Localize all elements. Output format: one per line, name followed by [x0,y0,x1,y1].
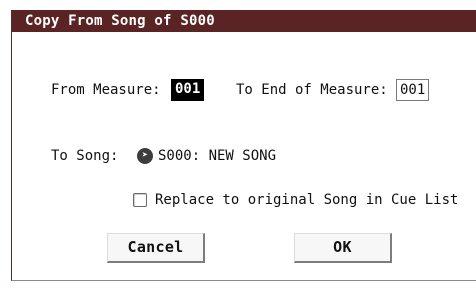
dialog-title: Copy From Song of S000 [12,10,476,32]
to-song-value[interactable]: S000: NEW SONG [158,148,276,164]
from-measure-label: From Measure: [51,82,161,98]
cancel-button[interactable]: Cancel [107,233,205,263]
from-measure-field[interactable]: 001 [171,79,205,101]
to-end-measure-label: To End of Measure: [236,82,388,98]
replace-checkbox[interactable] [133,193,147,207]
copy-from-song-dialog: Copy From Song of S000 From Measure: 001… [11,10,476,281]
to-song-label: To Song: [51,148,119,164]
song-select-icon[interactable]: ➤ [137,148,153,164]
ok-button[interactable]: OK [294,233,392,263]
to-end-measure-field[interactable]: 001 [396,79,430,101]
replace-checkbox-label[interactable]: Replace to original Song in Cue List [155,192,458,208]
